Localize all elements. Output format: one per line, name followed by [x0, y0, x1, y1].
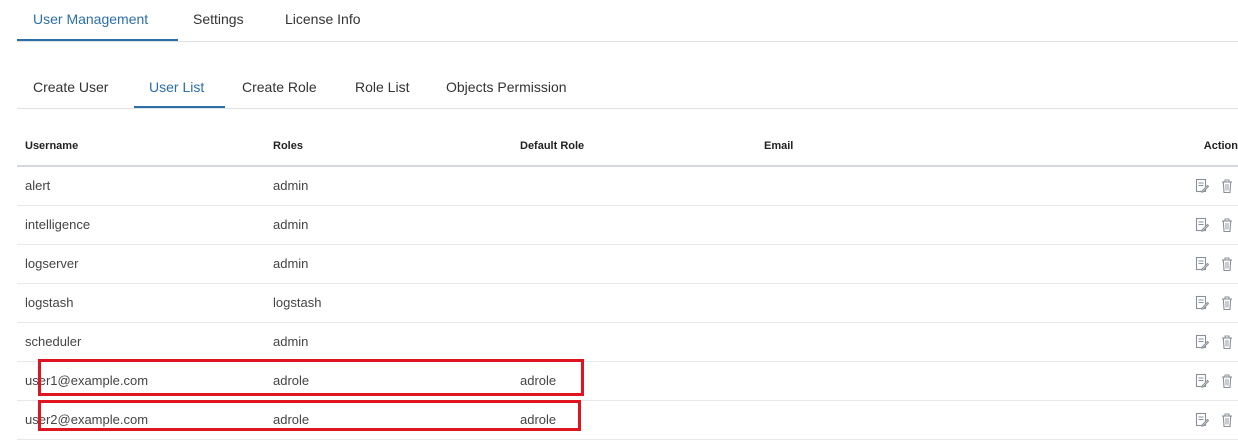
header-action: Action: [1203, 140, 1238, 152]
cell-roles: admin: [273, 256, 309, 271]
tab-create-role[interactable]: Create Role: [242, 79, 317, 95]
header-username[interactable]: Username: [25, 140, 78, 152]
tab-role-list[interactable]: Role List: [355, 79, 409, 95]
cell-username: logstash: [25, 295, 74, 310]
row-actions: [1190, 373, 1238, 389]
delete-icon[interactable]: [1220, 217, 1234, 233]
delete-icon[interactable]: [1220, 334, 1234, 350]
tab-user-list[interactable]: User List: [149, 79, 204, 95]
table-row: scheduler admin: [17, 323, 1238, 362]
delete-icon[interactable]: [1220, 178, 1234, 194]
row-actions: [1190, 256, 1238, 272]
edit-icon[interactable]: [1195, 373, 1210, 389]
header-default-role[interactable]: Default Role: [520, 140, 584, 152]
header-roles[interactable]: Roles: [273, 140, 303, 152]
tab-user-management[interactable]: User Management: [33, 11, 148, 27]
cell-roles: admin: [273, 334, 309, 349]
cell-username: user2@example.com: [25, 412, 149, 427]
row-actions: [1190, 334, 1238, 350]
table-row: intelligence admin: [17, 206, 1238, 245]
cell-roles: adrole: [273, 412, 310, 427]
cell-roles: admin: [273, 217, 309, 232]
cell-default-role: adrole: [520, 412, 557, 427]
tab-license-info[interactable]: License Info: [285, 11, 361, 27]
edit-icon[interactable]: [1195, 256, 1210, 272]
delete-icon[interactable]: [1220, 295, 1234, 311]
tab-create-user[interactable]: Create User: [33, 79, 108, 95]
tab-settings[interactable]: Settings: [193, 11, 244, 27]
header-email[interactable]: Email: [764, 140, 793, 152]
cell-default-role: adrole: [520, 373, 557, 388]
table-row: user2@example.com adrole adrole: [17, 401, 1238, 440]
cell-username: intelligence: [25, 217, 91, 232]
active-subtab-underline: [134, 106, 225, 108]
top-tab-bar: User Management Settings License Info: [17, 0, 1238, 42]
cell-roles: adrole: [273, 373, 310, 388]
row-actions: [1190, 412, 1238, 428]
edit-icon[interactable]: [1195, 412, 1210, 428]
table-body: alert admin intelligence admin logserver admi…: [17, 167, 1238, 440]
tab-objects-permission[interactable]: Objects Permission: [446, 79, 567, 95]
user-table: Username Roles Default Role Email Action…: [17, 125, 1238, 440]
edit-icon[interactable]: [1195, 217, 1210, 233]
row-actions: [1190, 178, 1238, 194]
table-row: alert admin: [17, 167, 1238, 206]
row-actions: [1190, 217, 1238, 233]
edit-icon[interactable]: [1195, 334, 1210, 350]
edit-icon[interactable]: [1195, 178, 1210, 194]
table-row: logserver admin: [17, 245, 1238, 284]
cell-username: alert: [25, 178, 51, 193]
table-row: logstash logstash: [17, 284, 1238, 323]
cell-username: scheduler: [25, 334, 82, 349]
cell-roles: admin: [273, 178, 309, 193]
cell-username: user1@example.com: [25, 373, 149, 388]
edit-icon[interactable]: [1195, 295, 1210, 311]
table-header: Username Roles Default Role Email Action: [17, 125, 1238, 167]
cell-username: logserver: [25, 256, 79, 271]
cell-roles: logstash: [273, 295, 322, 310]
table-row: user1@example.com adrole adrole: [17, 362, 1238, 401]
delete-icon[interactable]: [1220, 373, 1234, 389]
sub-tab-bar: Create User User List Create Role Role L…: [17, 67, 1238, 109]
row-actions: [1190, 295, 1238, 311]
delete-icon[interactable]: [1220, 412, 1234, 428]
active-tab-underline: [17, 39, 178, 41]
delete-icon[interactable]: [1220, 256, 1234, 272]
